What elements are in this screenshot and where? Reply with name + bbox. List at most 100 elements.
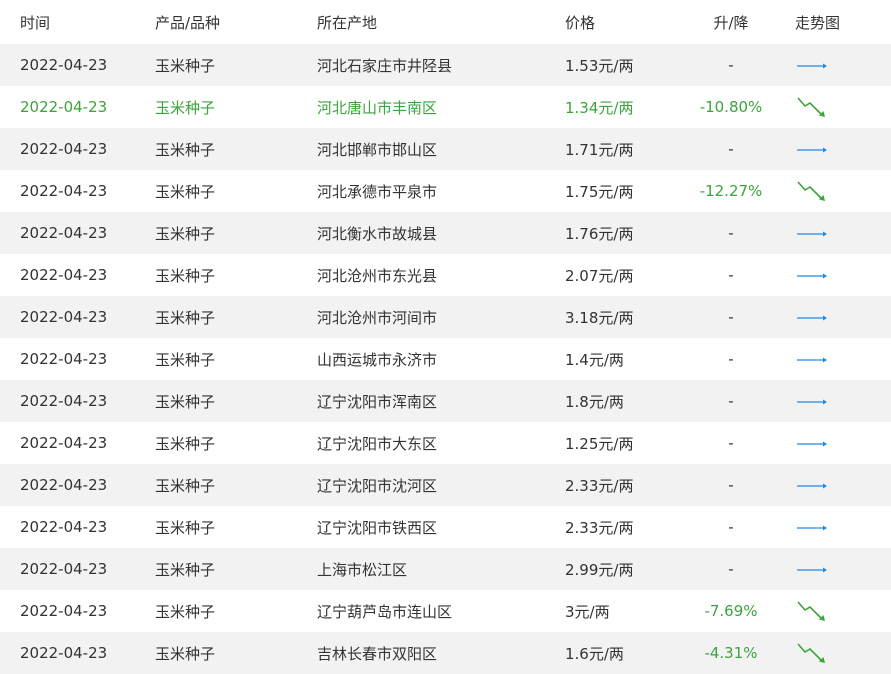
cell-product: 玉米种子	[155, 602, 216, 621]
cell-location: 河北沧州市东光县	[317, 266, 438, 285]
cell-trend[interactable]	[795, 345, 829, 373]
flat-arrow-icon[interactable]	[795, 513, 829, 541]
down-arrow-icon[interactable]	[795, 639, 829, 667]
cell-product: 玉米种子	[155, 308, 216, 327]
cell-product: 玉米种子	[155, 98, 216, 117]
cell-date: 2022-04-23	[20, 602, 108, 620]
flat-arrow-icon[interactable]	[795, 387, 829, 415]
cell-trend[interactable]	[795, 471, 829, 499]
cell-date: 2022-04-23	[20, 560, 108, 578]
table-row[interactable]: 2022-04-23 玉米种子 辽宁沈阳市浑南区 1.8元/两 -	[0, 380, 891, 422]
cell-change: -	[728, 434, 734, 452]
table-row[interactable]: 2022-04-23 玉米种子 河北沧州市东光县 2.07元/两 -	[0, 254, 891, 296]
cell-trend[interactable]	[795, 135, 829, 163]
cell-location: 辽宁葫芦岛市连山区	[317, 602, 453, 621]
cell-trend[interactable]	[795, 51, 829, 79]
flat-arrow-icon[interactable]	[795, 555, 829, 583]
cell-date: 2022-04-23	[20, 266, 108, 284]
cell-price: 1.25元/两	[565, 434, 634, 453]
cell-date: 2022-04-23	[20, 224, 108, 242]
price-table: 时间 产品/品种 所在产地 价格 升/降 走势图 2022-04-23 玉米种子河…	[0, 0, 891, 674]
cell-change: -7.69%	[704, 602, 758, 620]
table-row[interactable]: 2022-04-23 玉米种子 吉林长春市双阳区 1.6元/两 -4.31%	[0, 632, 891, 674]
header-date: 时间	[20, 13, 51, 32]
cell-trend[interactable]	[795, 303, 829, 331]
cell-change: -	[728, 392, 734, 410]
cell-date: 2022-04-23	[20, 56, 108, 74]
cell-trend[interactable]	[795, 555, 829, 583]
cell-trend[interactable]	[795, 639, 829, 667]
cell-product: 玉米种子	[155, 518, 216, 537]
cell-product: 玉米种子	[155, 392, 216, 411]
table-row[interactable]: 2022-04-23 玉米种子 河北唐山市丰南区 1.34元/两 -10.80%	[0, 86, 891, 128]
table-row[interactable]: 2022-04-23 玉米种子 河北沧州市河间市 3.18元/两 -	[0, 296, 891, 338]
down-arrow-icon[interactable]	[795, 177, 829, 205]
cell-trend[interactable]	[795, 513, 829, 541]
flat-arrow-icon[interactable]	[795, 219, 829, 247]
flat-arrow-icon[interactable]	[795, 135, 829, 163]
cell-trend[interactable]	[795, 597, 829, 625]
flat-arrow-icon[interactable]	[795, 429, 829, 457]
cell-product: 玉米种子	[155, 56, 216, 75]
header-price: 价格	[565, 13, 596, 32]
cell-location: 辽宁沈阳市浑南区	[317, 392, 438, 411]
cell-location: 辽宁沈阳市铁西区	[317, 518, 438, 537]
table-row[interactable]: 2022-04-23 玉米种子 河北邯郸市邯山区 1.71元/两 -	[0, 128, 891, 170]
cell-change: -	[728, 560, 734, 578]
cell-change: -12.27%	[699, 182, 763, 200]
cell-price: 1.34元/两	[565, 98, 634, 117]
cell-location: 河北石家庄市井陉县	[317, 56, 453, 75]
cell-product: 玉米种子	[155, 350, 216, 369]
flat-arrow-icon[interactable]	[795, 261, 829, 289]
cell-change: -	[728, 350, 734, 368]
flat-arrow-icon[interactable]	[795, 471, 829, 499]
cell-price: 2.33元/两	[565, 518, 634, 537]
cell-change: -	[728, 476, 734, 494]
cell-change: -10.80%	[699, 98, 763, 116]
cell-location: 河北承德市平泉市	[317, 182, 438, 201]
cell-price: 1.71元/两	[565, 140, 634, 159]
table-row[interactable]: 2022-04-23 玉米种子 河北衡水市故城县 1.76元/两 -	[0, 212, 891, 254]
cell-change: -	[728, 518, 734, 536]
cell-location: 河北唐山市丰南区	[317, 98, 438, 117]
cell-date: 2022-04-23	[20, 476, 108, 494]
table-row[interactable]: 2022-04-23 玉米种子 辽宁沈阳市铁西区 2.33元/两 -	[0, 506, 891, 548]
cell-trend[interactable]	[795, 261, 829, 289]
cell-trend[interactable]	[795, 219, 829, 247]
cell-date: 2022-04-23	[20, 392, 108, 410]
cell-location: 河北衡水市故城县	[317, 224, 438, 243]
cell-change: -	[728, 308, 734, 326]
cell-change: -	[728, 56, 734, 74]
down-arrow-icon[interactable]	[795, 597, 829, 625]
cell-price: 2.33元/两	[565, 476, 634, 495]
cell-price: 1.6元/两	[565, 644, 624, 663]
table-row[interactable]: 2022-04-23 玉米种子 河北承德市平泉市 1.75元/两 -12.27%	[0, 170, 891, 212]
cell-trend[interactable]	[795, 387, 829, 415]
flat-arrow-icon[interactable]	[795, 51, 829, 79]
flat-arrow-icon[interactable]	[795, 345, 829, 373]
cell-price: 3.18元/两	[565, 308, 634, 327]
table-row[interactable]: 2022-04-23 玉米种子 上海市松江区 2.99元/两 -	[0, 548, 891, 590]
cell-date: 2022-04-23	[20, 350, 108, 368]
table-row[interactable]: 2022-04-23 玉米种子 河北石家庄市井陉县 1.53元/两 -	[0, 44, 891, 86]
cell-price: 1.8元/两	[565, 392, 624, 411]
table-row[interactable]: 2022-04-23 玉米种子 辽宁沈阳市大东区 1.25元/两 -	[0, 422, 891, 464]
table-header: 时间 产品/品种 所在产地 价格 升/降 走势图	[0, 0, 891, 44]
table-row[interactable]: 2022-04-23 玉米种子 山西运城市永济市 1.4元/两 -	[0, 338, 891, 380]
table-body: 2022-04-23 玉米种子 河北石家庄市井陉县 1.53元/两 -2022-04-2…	[0, 44, 891, 674]
table-row[interactable]: 2022-04-23 玉米种子 辽宁沈阳市沈河区 2.33元/两 -	[0, 464, 891, 506]
table-row[interactable]: 2022-04-23 玉米种子 辽宁葫芦岛市连山区 3元/两 -7.69%	[0, 590, 891, 632]
cell-date: 2022-04-23	[20, 98, 108, 116]
cell-trend[interactable]	[795, 429, 829, 457]
cell-date: 2022-04-23	[20, 644, 108, 662]
cell-date: 2022-04-23	[20, 308, 108, 326]
flat-arrow-icon[interactable]	[795, 303, 829, 331]
cell-change: -4.31%	[704, 644, 758, 662]
cell-product: 玉米种子	[155, 560, 216, 579]
cell-trend[interactable]	[795, 93, 829, 121]
cell-trend[interactable]	[795, 177, 829, 205]
cell-location: 山西运城市永济市	[317, 350, 438, 369]
down-arrow-icon[interactable]	[795, 93, 829, 121]
cell-location: 辽宁沈阳市沈河区	[317, 476, 438, 495]
header-trend: 走势图	[795, 13, 841, 32]
